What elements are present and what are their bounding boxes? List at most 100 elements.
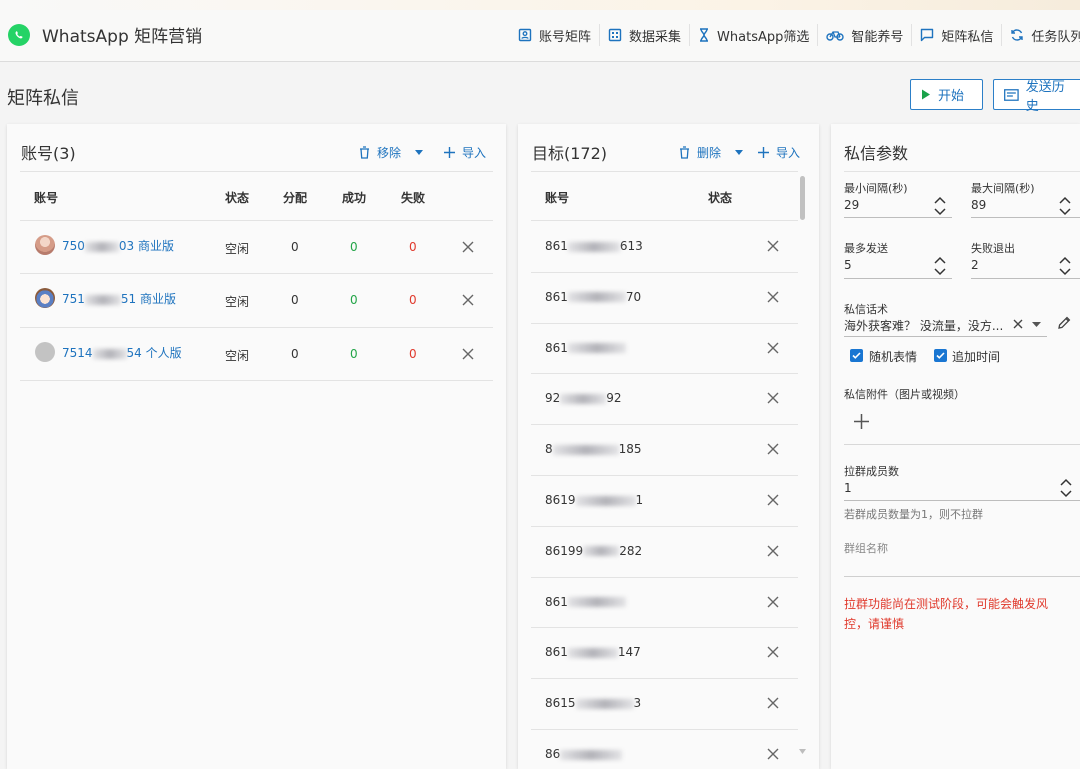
send-history-button[interactable]: 发送历史 (993, 79, 1080, 114)
avatar (35, 288, 55, 308)
script-label: 私信话术 (844, 303, 888, 316)
failed-cell: 0 (409, 347, 417, 361)
divider (531, 576, 798, 578)
stepper-icon[interactable] (933, 254, 947, 278)
check-icon (852, 352, 861, 359)
accounts-title: 账号(3) (21, 144, 76, 163)
scroll-down-arrow-icon[interactable] (799, 749, 806, 754)
min-interval-label: 最小间隔(秒) (844, 182, 908, 195)
max-interval-label: 最大间隔(秒) (971, 182, 1035, 195)
input-underline (844, 278, 952, 279)
grid-icon (608, 28, 622, 42)
nav-label: 矩阵私信 (941, 29, 994, 45)
close-icon[interactable] (767, 392, 779, 404)
nav-item-smart-nurture[interactable]: 智能养号 (818, 24, 913, 46)
nav-item-whatsapp-filter[interactable]: WhatsApp筛选 (690, 24, 819, 46)
close-icon[interactable] (767, 748, 779, 760)
assigned-cell: 0 (291, 240, 299, 254)
history-icon (1004, 88, 1019, 101)
delete-button[interactable]: 删除 (679, 144, 750, 161)
close-icon[interactable] (767, 697, 779, 709)
divider (844, 171, 1080, 172)
success-cell: 0 (350, 347, 358, 361)
close-icon[interactable] (767, 545, 779, 557)
app-header: WhatsApp 矩阵营销 账号矩阵 数据采集 WhatsApp筛选 智能养号 … (0, 0, 1080, 62)
target-number: 8615 3 (545, 696, 642, 711)
stepper-icon[interactable] (1058, 194, 1072, 218)
max-send-input[interactable]: 5 (844, 258, 852, 272)
stepper-icon[interactable] (1059, 476, 1073, 500)
import-button[interactable]: 导入 (444, 144, 486, 161)
append-time-label[interactable]: 追加时间 (952, 348, 1000, 365)
nav-item-matrix-message[interactable]: 矩阵私信 (912, 24, 1003, 46)
group-name-input[interactable]: 群组名称 (844, 540, 888, 556)
script-select[interactable]: 海外获客难？ 没流量，没方... (844, 317, 1009, 334)
target-number: 861 70 (545, 289, 642, 304)
close-icon[interactable] (462, 348, 474, 360)
accounts-panel: 账号(3) 移除 导入 账号 状态 分配 成功 失败 750 03 商业版 空闲 … (7, 124, 506, 769)
divider (531, 220, 798, 221)
input-underline (844, 336, 1047, 337)
caret-down-icon (735, 150, 744, 155)
failed-cell: 0 (409, 293, 417, 307)
targets-panel: 目标(172) 删除 导入 账号 状态 861 613 861 70 861 92 92 8 1… (518, 124, 819, 769)
attachment-label: 私信附件（图片或视频） (844, 388, 965, 401)
col-failed: 失败 (401, 191, 426, 205)
close-icon[interactable] (767, 291, 779, 303)
hourglass-icon (700, 28, 709, 42)
failed-cell: 0 (409, 240, 417, 254)
close-icon[interactable] (462, 241, 474, 253)
divider (531, 171, 798, 172)
target-number: 861 147 (545, 645, 641, 660)
max-interval-input[interactable]: 89 (971, 198, 986, 212)
start-button[interactable]: 开始 (910, 79, 983, 110)
add-attachment-plus-icon[interactable] (854, 414, 869, 429)
message-icon (921, 28, 934, 42)
close-icon[interactable] (767, 494, 779, 506)
nav-item-account-matrix[interactable]: 账号矩阵 (510, 24, 601, 46)
close-icon[interactable] (462, 294, 474, 306)
group-size-input[interactable]: 1 (844, 481, 852, 495)
close-icon[interactable] (767, 342, 779, 354)
stepper-icon[interactable] (933, 194, 947, 218)
account-number[interactable]: 751 51 商业版 (62, 290, 176, 307)
avatar (35, 342, 55, 362)
caret-down-icon[interactable] (1032, 322, 1041, 327)
divider (531, 525, 798, 527)
close-icon[interactable] (767, 443, 779, 455)
clear-icon[interactable] (1013, 319, 1023, 329)
fail-exit-label: 失败退出 (971, 242, 1015, 255)
group-size-hint: 若群成员数量为1，则不拉群 (844, 508, 983, 521)
import-button[interactable]: 导入 (758, 144, 800, 161)
scrollbar-thumb[interactable] (800, 176, 805, 220)
target-number: 8619 1 (545, 493, 644, 507)
stepper-icon[interactable] (1058, 254, 1072, 278)
play-icon (922, 89, 930, 100)
close-icon[interactable] (767, 646, 779, 658)
close-icon[interactable] (767, 240, 779, 252)
nav-label: 账号矩阵 (539, 29, 592, 45)
brand: WhatsApp 矩阵营销 (8, 22, 202, 47)
divider (20, 171, 493, 172)
nav-label: 任务队列 (1031, 29, 1080, 45)
random-emoji-label[interactable]: 随机表情 (869, 348, 917, 365)
append-time-checkbox[interactable] (934, 349, 947, 362)
fail-exit-input[interactable]: 2 (971, 258, 979, 272)
edit-pencil-icon[interactable] (1058, 316, 1071, 329)
close-icon[interactable] (767, 596, 779, 608)
targets-title: 目标(172) (532, 144, 608, 163)
nav-item-task-queue[interactable]: 任务队列 (1002, 24, 1080, 46)
remove-button[interactable]: 移除 (359, 144, 430, 161)
params-panel: 私信参数 最小间隔(秒) 29 最大间隔(秒) 89 最多发送 5 失败退出 2… (831, 124, 1080, 769)
min-interval-input[interactable]: 29 (844, 198, 859, 212)
avatar (35, 235, 55, 255)
caret-down-icon (415, 150, 424, 155)
bike-icon (826, 31, 845, 41)
nav-item-data-collect[interactable]: 数据采集 (600, 24, 691, 46)
target-number: 861 613 (545, 239, 643, 253)
plus-icon (758, 147, 769, 158)
account-number[interactable]: 750 03 商业版 (62, 237, 174, 254)
account-number[interactable]: 7514 54 个人版 (62, 344, 182, 361)
target-number: 86199 282 (545, 543, 643, 558)
random-emoji-checkbox[interactable] (850, 349, 863, 362)
